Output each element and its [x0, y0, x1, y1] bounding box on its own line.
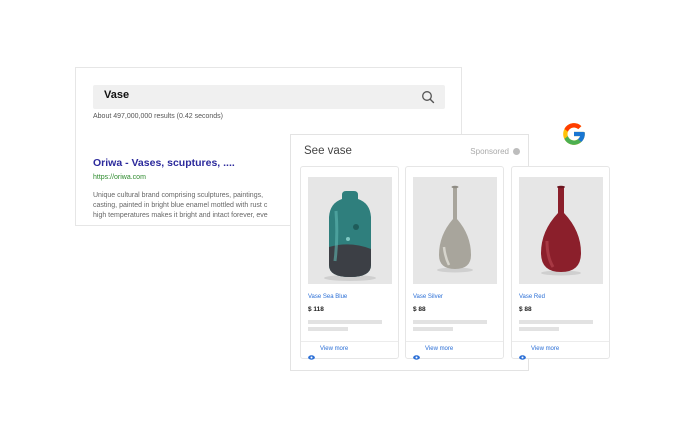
product-name[interactable]: Vase Red — [519, 294, 545, 300]
product-card-red[interactable]: Vase Red $ 88 View more — [511, 166, 610, 360]
search-query[interactable]: Vase — [104, 89, 129, 101]
product-card-sea-blue[interactable]: Vase Sea Blue $ 118 View more — [300, 166, 399, 360]
placeholder-line — [308, 320, 382, 324]
product-footer[interactable]: View more — [301, 341, 398, 360]
product-price: $ 88 — [519, 306, 532, 313]
view-more-link[interactable]: View more — [425, 346, 453, 352]
product-image[interactable] — [413, 177, 497, 284]
placeholder-line — [308, 327, 348, 331]
product-footer[interactable]: View more — [512, 341, 609, 360]
view-more-link[interactable]: View more — [531, 346, 559, 352]
placeholder-line — [519, 327, 559, 331]
snippet-line: high temperatures makes it bright and in… — [93, 212, 268, 219]
search-icon[interactable] — [421, 90, 435, 104]
product-image[interactable] — [308, 177, 392, 284]
product-price: $ 88 — [413, 306, 426, 313]
sponsored-label: Sponsored — [470, 147, 520, 156]
placeholder-line — [519, 320, 593, 324]
eye-icon — [308, 347, 315, 360]
info-icon[interactable] — [513, 148, 520, 155]
eye-icon — [519, 347, 526, 360]
snippet-line: Unique cultural brand comprising sculptu… — [93, 192, 264, 199]
result-title-link[interactable]: Oriwa - Vases, scuptures, .... — [93, 157, 235, 169]
product-card-silver[interactable]: Vase Silver $ 88 View more — [405, 166, 504, 360]
product-image[interactable] — [519, 177, 603, 284]
product-price: $ 118 — [308, 306, 324, 313]
view-more-link[interactable]: View more — [320, 346, 348, 352]
search-bar[interactable]: Vase — [93, 85, 445, 109]
result-snippet: Unique cultural brand comprising sculptu… — [93, 191, 313, 221]
placeholder-line — [413, 320, 487, 324]
sponsored-text: Sponsored — [470, 147, 509, 156]
product-footer[interactable]: View more — [406, 341, 503, 360]
result-url[interactable]: https://oriwa.com — [93, 174, 146, 181]
google-logo — [561, 121, 587, 147]
placeholder-line — [413, 327, 453, 331]
results-count: About 497,000,000 results (0.42 seconds) — [93, 113, 223, 120]
snippet-line: casting, painted in bright blue enamel m… — [93, 202, 268, 209]
eye-icon — [413, 347, 420, 360]
product-name[interactable]: Vase Silver — [413, 294, 443, 300]
product-name[interactable]: Vase Sea Blue — [308, 294, 347, 300]
shopping-title: See vase — [304, 145, 352, 157]
